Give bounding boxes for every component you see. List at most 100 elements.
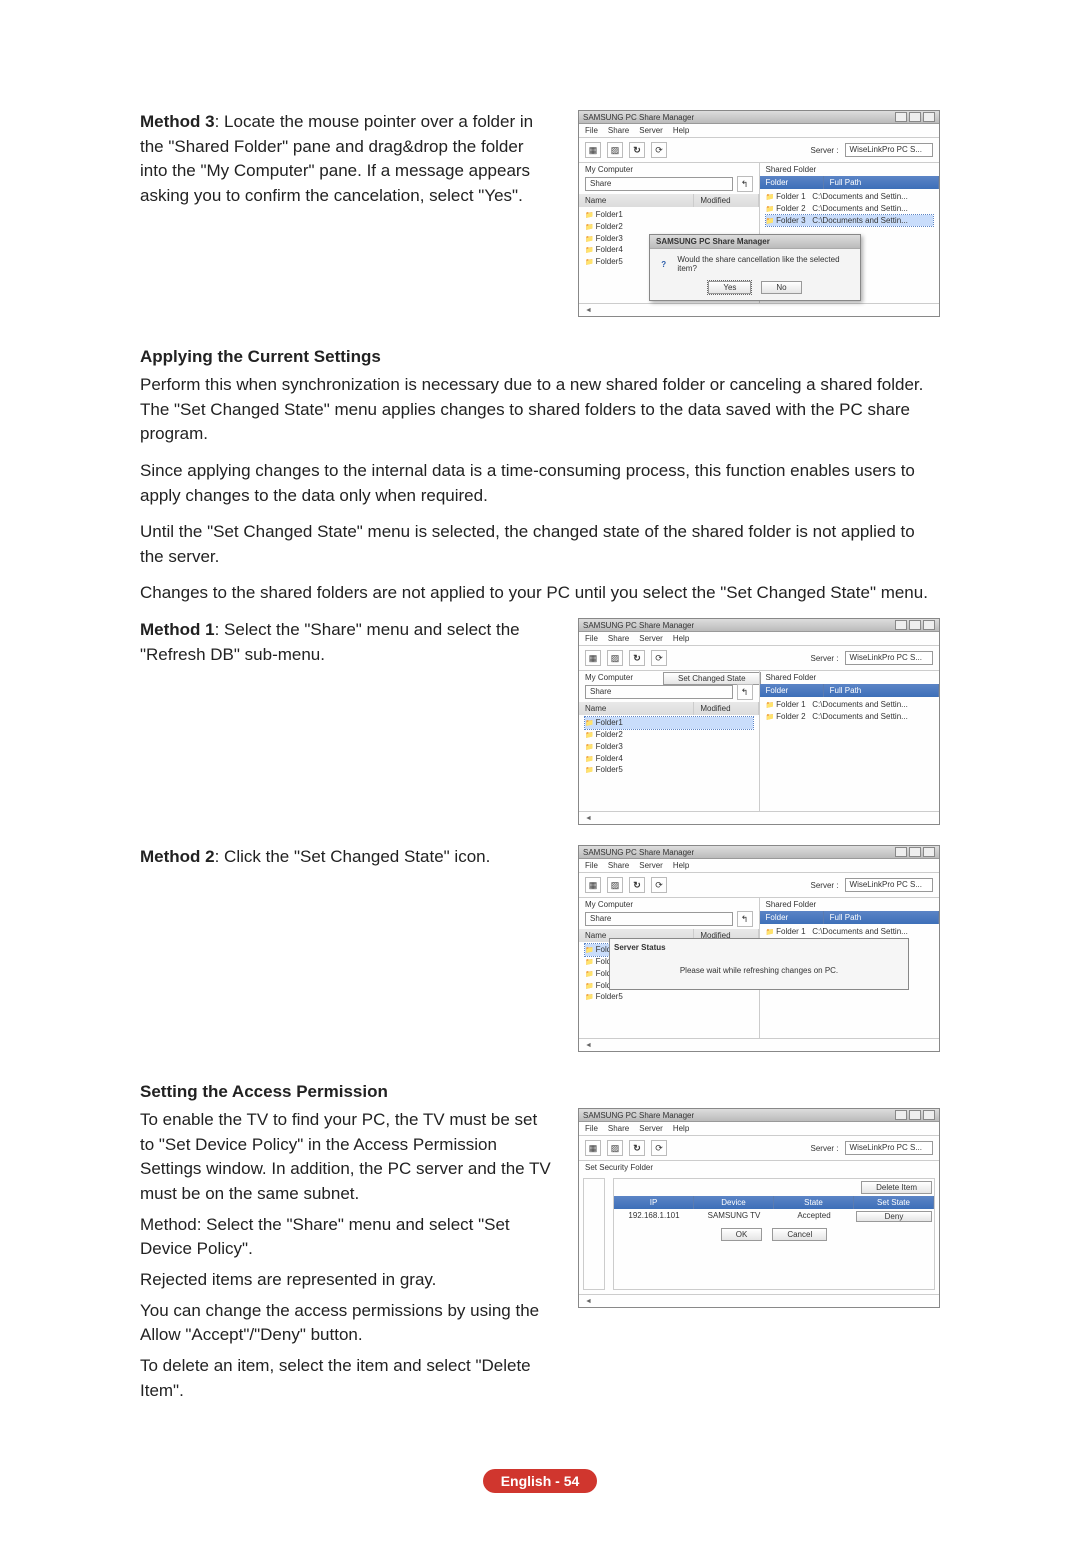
method3-label: Method 3	[140, 112, 215, 131]
menu-file[interactable]: File	[585, 861, 598, 870]
list-item[interactable]: Folder 2 C:\Documents and Settin...	[766, 203, 934, 215]
method2-text: Method 2: Click the "Set Changed State" …	[140, 845, 554, 870]
unshare-folder-icon[interactable]: ▨	[607, 1140, 623, 1156]
list-item[interactable]: Folder 1 C:\Documents and Settin...	[766, 699, 934, 711]
col-set-state: Set State	[854, 1196, 934, 1209]
up-folder-icon[interactable]: ↰	[737, 911, 753, 927]
min-icon[interactable]	[895, 1110, 907, 1120]
drive-select[interactable]: Share	[585, 685, 733, 699]
share-folder-icon[interactable]: ▦	[585, 142, 601, 158]
applying-p2: Since applying changes to the internal d…	[140, 459, 940, 508]
col-folder: Folder	[760, 911, 824, 924]
share-folder-icon[interactable]: ▦	[585, 650, 601, 666]
set-security-label: Set Security Folder	[579, 1161, 939, 1174]
list-item[interactable]: Folder1	[585, 209, 753, 221]
set-changed-state-icon[interactable]: ⟳	[651, 142, 667, 158]
col-fullpath: Full Path	[824, 176, 939, 189]
list-item[interactable]: Folder4	[585, 753, 753, 765]
access-p4: You can change the access permissions by…	[140, 1299, 554, 1348]
unshare-folder-icon[interactable]: ▨	[607, 650, 623, 666]
status-arrow-icon: ◄	[585, 307, 592, 314]
refresh-icon[interactable]: ↻	[629, 142, 645, 158]
menu-server[interactable]: Server	[639, 126, 663, 135]
unshare-folder-icon[interactable]: ▨	[607, 877, 623, 893]
unshare-folder-icon[interactable]: ▨	[607, 142, 623, 158]
access-p1: To enable the TV to find your PC, the TV…	[140, 1108, 554, 1207]
refresh-icon[interactable]: ↻	[629, 650, 645, 666]
ok-button[interactable]: OK	[721, 1228, 763, 1241]
list-item[interactable]: Folder 1 C:\Documents and Settin...	[766, 191, 934, 203]
list-item[interactable]: Folder 2 C:\Documents and Settin...	[766, 711, 934, 723]
list-item[interactable]: Folder3	[585, 741, 753, 753]
method3-text: Method 3: Locate the mouse pointer over …	[140, 110, 554, 215]
menu-share[interactable]: Share	[608, 1124, 629, 1133]
up-folder-icon[interactable]: ↰	[737, 176, 753, 192]
yes-button[interactable]: Yes	[708, 281, 751, 294]
list-item[interactable]: Folder5	[585, 991, 753, 1003]
max-icon[interactable]	[909, 620, 921, 630]
close-icon[interactable]	[923, 847, 935, 857]
screenshot-device-policy: SAMSUNG PC Share Manager File Share Serv…	[578, 1108, 940, 1308]
drive-select[interactable]: Share	[585, 912, 733, 926]
menu-help[interactable]: Help	[673, 126, 689, 135]
set-changed-state-icon[interactable]: ⟳	[651, 877, 667, 893]
menu-share[interactable]: Share	[608, 126, 629, 135]
screenshot-cancel-share: SAMSUNG PC Share Manager File Share Serv…	[578, 110, 940, 317]
method2-label: Method 2	[140, 847, 215, 866]
min-icon[interactable]	[895, 847, 907, 857]
menu-file[interactable]: File	[585, 126, 598, 135]
menu-file[interactable]: File	[585, 634, 598, 643]
window-title: SAMSUNG PC Share Manager	[583, 848, 694, 857]
max-icon[interactable]	[909, 847, 921, 857]
refresh-icon[interactable]: ↻	[629, 877, 645, 893]
list-item[interactable]: Folder5	[585, 764, 753, 776]
deny-button[interactable]: Deny	[856, 1211, 932, 1222]
policy-row[interactable]: 192.168.1.101 SAMSUNG TV Accepted Deny	[614, 1209, 934, 1224]
access-p3: Rejected items are represented in gray.	[140, 1268, 554, 1293]
server-label: Server :	[811, 146, 839, 155]
drive-select[interactable]: Share	[585, 177, 733, 191]
menu-share[interactable]: Share	[608, 634, 629, 643]
server-select[interactable]: WiseLinkPro PC S...	[845, 651, 933, 665]
my-computer-label: My Computer	[579, 898, 759, 911]
list-item[interactable]: Folder2	[585, 729, 753, 741]
my-computer-label: My Computer	[579, 671, 759, 684]
menu-help[interactable]: Help	[673, 1124, 689, 1133]
menu-help[interactable]: Help	[673, 861, 689, 870]
max-icon[interactable]	[909, 1110, 921, 1120]
confirm-dialog: SAMSUNG PC Share Manager ? Would the sha…	[649, 234, 861, 301]
share-folder-icon[interactable]: ▦	[585, 1140, 601, 1156]
list-item[interactable]: Folder 3 C:\Documents and Settin...	[766, 215, 934, 227]
close-icon[interactable]	[923, 620, 935, 630]
cancel-button[interactable]: Cancel	[772, 1228, 827, 1241]
menu-file[interactable]: File	[585, 1124, 598, 1133]
set-changed-state-icon[interactable]: ⟳	[651, 650, 667, 666]
menu-help[interactable]: Help	[673, 634, 689, 643]
set-changed-state-icon[interactable]: ⟳	[651, 1140, 667, 1156]
server-label: Server :	[811, 881, 839, 890]
dialog-message: Would the share cancellation like the se…	[677, 255, 854, 273]
my-computer-label: My Computer	[579, 163, 759, 176]
server-select[interactable]: WiseLinkPro PC S...	[845, 1141, 933, 1155]
list-item[interactable]: Folder1	[585, 717, 753, 729]
menu-server[interactable]: Server	[639, 1124, 663, 1133]
max-icon[interactable]	[909, 112, 921, 122]
menu-server[interactable]: Server	[639, 634, 663, 643]
menu-server[interactable]: Server	[639, 861, 663, 870]
server-select[interactable]: WiseLinkPro PC S...	[845, 143, 933, 157]
status-title: Server Status	[614, 943, 904, 952]
min-icon[interactable]	[895, 112, 907, 122]
min-icon[interactable]	[895, 620, 907, 630]
up-folder-icon[interactable]: ↰	[737, 684, 753, 700]
list-item[interactable]: Folder2	[585, 221, 753, 233]
share-folder-icon[interactable]: ▦	[585, 877, 601, 893]
list-item[interactable]: Folder 1 C:\Documents and Settin...	[766, 926, 934, 938]
no-button[interactable]: No	[761, 281, 801, 294]
menu-share[interactable]: Share	[608, 861, 629, 870]
close-icon[interactable]	[923, 1110, 935, 1120]
policy-device: SAMSUNG TV	[694, 1209, 774, 1224]
server-select[interactable]: WiseLinkPro PC S...	[845, 878, 933, 892]
delete-item-button[interactable]: Delete Item	[861, 1181, 932, 1194]
refresh-icon[interactable]: ↻	[629, 1140, 645, 1156]
close-icon[interactable]	[923, 112, 935, 122]
